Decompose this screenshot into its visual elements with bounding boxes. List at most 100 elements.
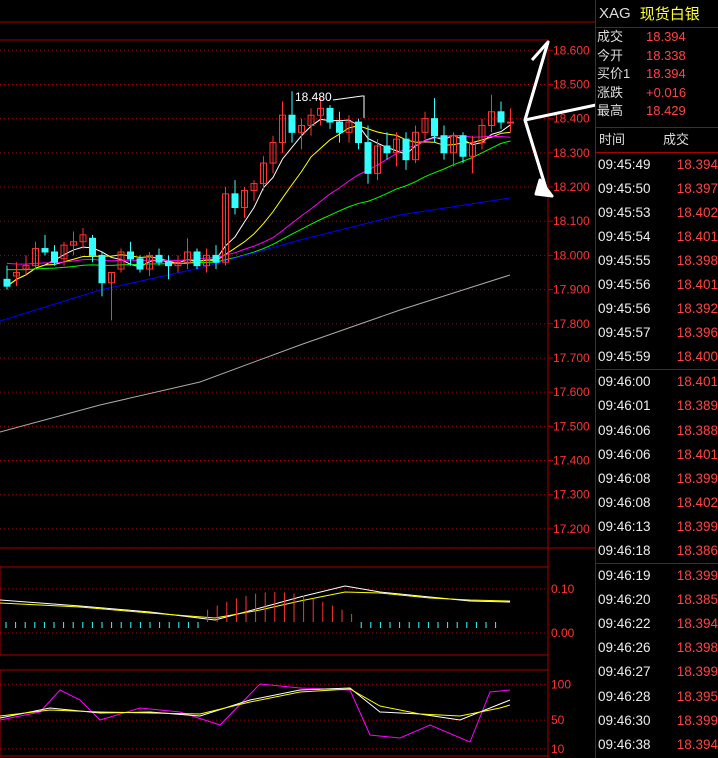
tick-row[interactable]: 09:46:18 18.386 (596, 539, 718, 563)
price-chart: 18.60018.50018.40018.30018.20018.10018.0… (0, 21, 595, 758)
tick-price: 18.398 (676, 640, 718, 656)
tick-time: 09:46:01 (598, 398, 651, 414)
quote-label: 成交 (597, 29, 624, 44)
sub-tick-label: 50 (551, 713, 565, 727)
tick-row[interactable]: 09:46:13 18.399 (596, 515, 718, 539)
quote-value: +0.016 (646, 84, 687, 100)
y-tick-label: 17.600 (553, 385, 590, 399)
tick-time: 09:46:18 (598, 543, 651, 558)
candle-body (355, 121, 362, 144)
macd-dif-line (0, 585, 511, 621)
tick-time: 09:46:08 (598, 470, 651, 486)
tick-time: 09:46:06 (598, 422, 651, 438)
y-tick-label: 17.900 (553, 283, 590, 297)
tick-row[interactable]: 09:46:08 18.402 (596, 491, 718, 515)
candle-body (459, 135, 467, 157)
symbol-code: XAG (599, 5, 631, 22)
candle-body (326, 107, 334, 123)
y-tick-label: 17.400 (553, 454, 590, 468)
tick-row[interactable]: 09:46:22 18.394 (596, 612, 718, 636)
tick-time: 09:46:08 (598, 494, 651, 510)
candle-body (165, 261, 172, 267)
candle-body (440, 135, 448, 154)
candle-body (336, 121, 343, 133)
tick-price: 18.399 (676, 470, 718, 486)
ma10-line (6, 125, 511, 287)
tick-time: 09:46:06 (598, 446, 651, 462)
ma60-line (0, 197, 511, 322)
tick-row[interactable]: 09:46:06 18.401 (596, 443, 718, 467)
tick-time: 09:45:59 (598, 349, 651, 365)
tick-row[interactable]: 09:46:30 18.399 (596, 709, 718, 733)
y-tick-label: 17.300 (553, 488, 590, 502)
tick-price: 18.397 (676, 180, 718, 196)
candle-body (431, 118, 438, 137)
y-tick-label: 18.600 (553, 43, 590, 57)
candle-body (402, 138, 410, 161)
tick-time: 09:46:22 (598, 616, 651, 632)
tick-row[interactable]: 09:45:49 18.394 (596, 153, 718, 177)
quote-value: 18.338 (646, 47, 686, 63)
y-tick-label: 18.500 (553, 77, 590, 91)
tick-row[interactable]: 09:46:20 18.385 (596, 588, 718, 612)
tick-row[interactable]: 09:46:19 18.399 (596, 564, 718, 588)
tick-row[interactable]: 09:45:57 18.396 (596, 321, 718, 345)
kdj-j-line (0, 683, 511, 743)
y-tick-label: 18.100 (553, 214, 590, 228)
tick-time: 09:46:38 (598, 736, 651, 752)
candle-body (193, 251, 201, 267)
tick-price: 18.400 (676, 349, 718, 365)
candle-body (507, 121, 514, 124)
candle-body (288, 114, 296, 133)
tick-row[interactable]: 09:45:54 18.401 (596, 225, 718, 249)
quote-value: 18.394 (646, 66, 686, 81)
tick-row[interactable]: 09:46:27 18.399 (596, 660, 718, 684)
tick-row[interactable]: 09:46:00 18.401 (596, 370, 718, 394)
tick-time: 09:45:50 (598, 180, 651, 196)
tick-time: 09:45:55 (598, 252, 651, 268)
tick-row[interactable]: 09:46:08 18.399 (596, 467, 718, 491)
tick-time: 09:46:13 (598, 518, 651, 534)
quote-row: 最高 18.429 (596, 102, 718, 121)
tick-time: 09:46:27 (598, 664, 651, 680)
tick-row[interactable]: 09:45:55 18.398 (596, 249, 718, 273)
tick-price: 18.401 (676, 374, 718, 390)
quote-label: 最高 (597, 103, 624, 118)
tick-price: 18.394 (676, 736, 718, 752)
tick-row[interactable]: 09:46:28 18.395 (596, 685, 718, 709)
tick-table[interactable]: 09:45:49 18.394 09:45:50 18.397 09:45:53 18.4… (596, 153, 718, 757)
instrument-name: 现货白银 (639, 6, 700, 23)
tick-row[interactable]: 09:45:53 18.402 (596, 201, 718, 225)
macd-dea-line (0, 591, 511, 619)
candle-body (212, 254, 220, 263)
tick-time: 09:46:26 (598, 640, 651, 656)
kdj-frame (0, 669, 549, 757)
y-tick-label: 17.700 (553, 351, 590, 365)
sub-tick-label: 10 (551, 742, 565, 756)
kdj-k-line (0, 687, 511, 721)
candle-body (3, 278, 11, 287)
tick-row[interactable]: 09:46:06 18.388 (596, 419, 718, 443)
sub-tick-label: 0.00 (551, 626, 575, 640)
tick-table-header: 时间 成交 (596, 126, 718, 153)
tick-row[interactable]: 09:45:56 18.392 (596, 297, 718, 321)
tick-row[interactable]: 09:45:50 18.397 (596, 177, 718, 201)
annotation-leader (332, 95, 365, 118)
kdj-d-line (0, 688, 511, 717)
tick-row[interactable]: 09:46:01 18.389 (596, 394, 718, 418)
y-tick-label: 17.800 (553, 317, 590, 331)
tick-row[interactable]: 09:46:38 18.394 (596, 733, 718, 757)
tick-row[interactable]: 09:45:59 18.400 (596, 345, 718, 369)
tick-row[interactable]: 09:45:56 18.401 (596, 273, 718, 297)
tick-price: 18.389 (676, 398, 718, 414)
time-column-header: 时间 (599, 131, 626, 147)
tick-time: 09:45:53 (598, 204, 651, 220)
tick-time: 09:46:00 (598, 374, 651, 390)
tick-price: 18.402 (676, 204, 718, 220)
tick-price: 18.396 (676, 325, 718, 341)
quote-row: 涨跌 +0.016 (596, 84, 718, 103)
tick-row[interactable]: 09:46:26 18.398 (596, 636, 718, 660)
macd-frame (0, 566, 549, 656)
ma5-line (6, 118, 511, 287)
tick-price: 18.392 (676, 301, 718, 317)
